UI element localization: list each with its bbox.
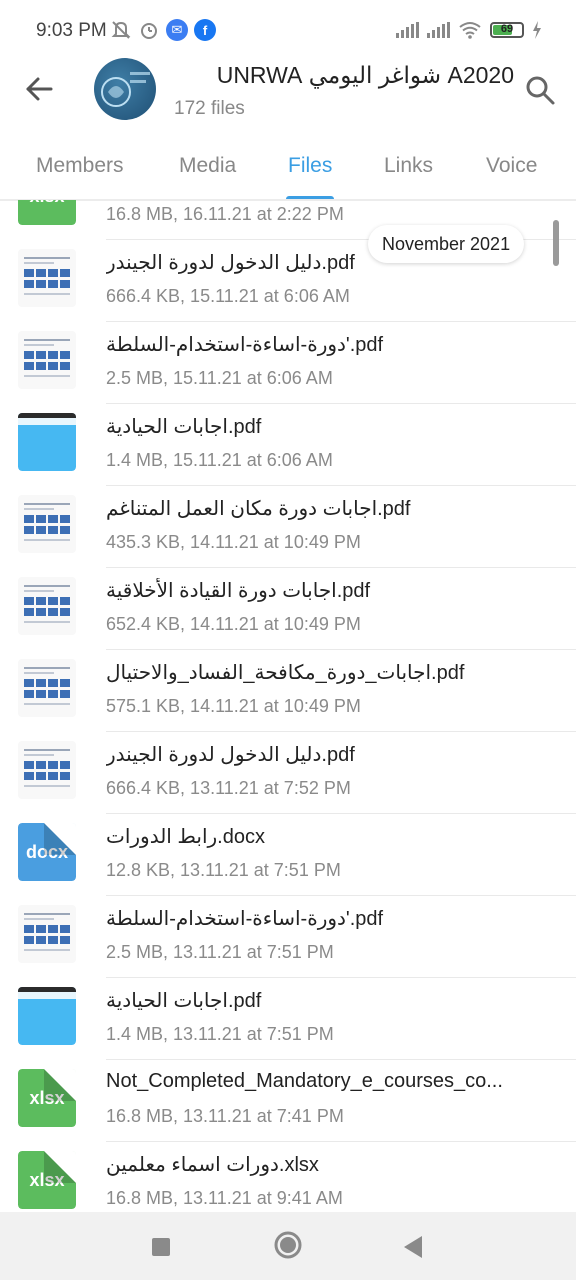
file-count: 172 files — [174, 98, 245, 119]
file-meta: 666.4 KB, 13.11.21 at 7:52 PM — [106, 778, 351, 798]
pdf-preview-thumbnail[interactable] — [18, 905, 76, 963]
folded-corner — [44, 823, 76, 855]
unrwa-logo-icon — [101, 72, 150, 107]
file-row[interactable]: اجابات دورة القيادة الأخلاقية.pdf 652.4 K… — [0, 568, 576, 650]
file-meta: 666.4 KB, 15.11.21 at 6:06 AM — [106, 286, 350, 306]
file-name: اجابات الحيادية.pdf — [106, 990, 262, 1012]
file-name: اجابات الحيادية.pdf — [106, 416, 262, 438]
xlsx-file-icon[interactable]: xlsx — [18, 1151, 76, 1209]
file-meta: 16.8 MB, 13.11.21 at 7:41 PM — [106, 1106, 344, 1126]
pdf-page-preview-icon — [18, 905, 76, 963]
group-title: A2020 شواغر اليومي UNRWA — [216, 62, 514, 88]
media-tabs: Members Media Files Links Voice — [0, 140, 576, 200]
pdf-page-preview-icon — [18, 413, 76, 471]
facebook-icon: f — [194, 19, 216, 41]
pdf-page-preview-icon — [18, 741, 76, 799]
file-name: رابط الدورات.docx — [106, 826, 265, 848]
file-row[interactable]: docx رابط الدورات.docx 12.8 KB, 13.11.21 a… — [0, 814, 576, 896]
back-triangle-icon[interactable] — [402, 1234, 424, 1260]
notification-icons: ✉ f — [110, 19, 216, 41]
battery-icon: 69 — [490, 22, 524, 38]
file-meta: 652.4 KB, 14.11.21 at 10:49 PM — [106, 614, 361, 634]
file-meta: 16.8 MB, 13.11.21 at 9:41 AM — [106, 1188, 343, 1208]
chat-header: A2020 شواغر اليومي UNRWA 172 files — [0, 48, 576, 132]
file-name: اجابات_دورة_مكافحة_الفساد_والاحتيال.pdf — [106, 662, 465, 684]
battery-level: 69 — [500, 23, 514, 35]
file-name: دورة-اساءة-استخدام-السلطة'.pdf — [106, 334, 384, 356]
mute-icon — [111, 21, 131, 39]
group-avatar[interactable] — [94, 58, 156, 120]
charging-icon — [533, 21, 541, 39]
pdf-page-preview-icon — [18, 987, 76, 1045]
file-row[interactable]: xlsx دورات اسماء معلمين.xlsx 16.8 MB, 13.1… — [0, 1142, 576, 1212]
search-icon[interactable] — [524, 74, 556, 106]
file-meta: 1.4 MB, 13.11.21 at 7:51 PM — [106, 1024, 334, 1044]
system-icons: 69 — [396, 21, 542, 39]
file-row[interactable]: دليل الدخول لدورة الجيندر.pdf 666.4 KB, 1… — [0, 732, 576, 814]
pdf-page-preview-icon — [18, 331, 76, 389]
file-meta: 16.8 MB, 16.11.21 at 2:22 PM — [106, 204, 344, 224]
xlsx-file-icon[interactable]: xlsx — [18, 200, 76, 225]
tab-members[interactable]: Members — [36, 154, 124, 178]
file-extension-badge: docx — [18, 823, 76, 881]
file-row[interactable]: دورة-اساءة-استخدام-السلطة'.pdf 2.5 MB, 13… — [0, 896, 576, 978]
file-row[interactable]: اجابات الحيادية.pdf 1.4 MB, 15.11.21 at 6… — [0, 404, 576, 486]
pdf-preview-thumbnail[interactable] — [18, 413, 76, 471]
file-meta: 2.5 MB, 15.11.21 at 6:06 AM — [106, 368, 333, 388]
folded-corner — [44, 1069, 76, 1101]
file-row[interactable]: xlsx Not_Completed_Mandatory_e_courses_co… — [0, 1060, 576, 1142]
messenger-icon: ✉ — [166, 19, 188, 41]
alarm-icon — [141, 23, 157, 39]
file-name: اجابات دورة القيادة الأخلاقية.pdf — [106, 580, 371, 602]
file-meta: 1.4 MB, 15.11.21 at 6:06 AM — [106, 450, 333, 470]
pdf-page-preview-icon — [18, 577, 76, 635]
file-name: دورات اسماء معلمين.xlsx — [106, 1154, 319, 1176]
home-circle-icon[interactable] — [273, 1230, 303, 1260]
pdf-preview-thumbnail[interactable] — [18, 741, 76, 799]
file-meta: 12.8 KB, 13.11.21 at 7:51 PM — [106, 860, 341, 880]
signal-icon — [396, 22, 419, 38]
tab-files[interactable]: Files — [288, 154, 332, 178]
pdf-preview-thumbnail[interactable] — [18, 249, 76, 307]
pdf-preview-thumbnail[interactable] — [18, 987, 76, 1045]
tab-links[interactable]: Links — [384, 154, 433, 178]
pdf-page-preview-icon — [18, 659, 76, 717]
pdf-page-preview-icon — [18, 495, 76, 553]
file-row[interactable]: اجابات دورة مكان العمل المتناغم.pdf 435.3… — [0, 486, 576, 568]
date-header-pill: November 2021 — [368, 225, 525, 263]
file-row[interactable]: اجابات الحيادية.pdf 1.4 MB, 13.11.21 at 7… — [0, 978, 576, 1060]
file-row[interactable]: اجابات_دورة_مكافحة_الفساد_والاحتيال.pdf 5… — [0, 650, 576, 732]
file-name: دليل الدخول لدورة الجيندر.pdf — [106, 744, 355, 766]
docx-file-icon[interactable]: docx — [18, 823, 76, 881]
file-name: اجابات دورة مكان العمل المتناغم.pdf — [106, 498, 411, 520]
file-name: دورة-اساءة-استخدام-السلطة'.pdf — [106, 908, 384, 930]
file-extension-badge: xlsx — [18, 200, 76, 225]
file-extension-badge: xlsx — [18, 1069, 76, 1127]
file-meta: 2.5 MB, 13.11.21 at 7:51 PM — [106, 942, 334, 962]
pdf-preview-thumbnail[interactable] — [18, 659, 76, 717]
pdf-page-preview-icon — [18, 249, 76, 307]
file-extension-label: xlsx — [29, 200, 64, 207]
file-meta: 575.1 KB, 14.11.21 at 10:49 PM — [106, 696, 361, 716]
arrow-left-icon[interactable] — [24, 74, 54, 104]
file-meta: 435.3 KB, 14.11.21 at 10:49 PM — [106, 532, 361, 552]
xlsx-file-icon[interactable]: xlsx — [18, 1069, 76, 1127]
pdf-preview-thumbnail[interactable] — [18, 495, 76, 553]
file-list[interactable]: xlsx 16.8 MB, 16.11.21 at 2:22 PM دليل الد… — [0, 200, 576, 1212]
file-name: Not_Completed_Mandatory_e_courses_co... — [106, 1070, 503, 1092]
system-nav-bar — [0, 1212, 576, 1280]
status-time: 9:03 PM — [36, 20, 107, 41]
scrollbar[interactable] — [553, 220, 559, 266]
signal-icon — [427, 22, 450, 38]
file-row[interactable]: دورة-اساءة-استخدام-السلطة'.pdf 2.5 MB, 15… — [0, 322, 576, 404]
tab-voice[interactable]: Voice — [486, 154, 537, 178]
tab-media[interactable]: Media — [179, 154, 236, 178]
pdf-preview-thumbnail[interactable] — [18, 331, 76, 389]
pdf-preview-thumbnail[interactable] — [18, 577, 76, 635]
wifi-icon — [459, 22, 481, 39]
recents-square-icon[interactable] — [150, 1236, 172, 1258]
folded-corner — [44, 1151, 76, 1183]
file-extension-badge: xlsx — [18, 1151, 76, 1209]
